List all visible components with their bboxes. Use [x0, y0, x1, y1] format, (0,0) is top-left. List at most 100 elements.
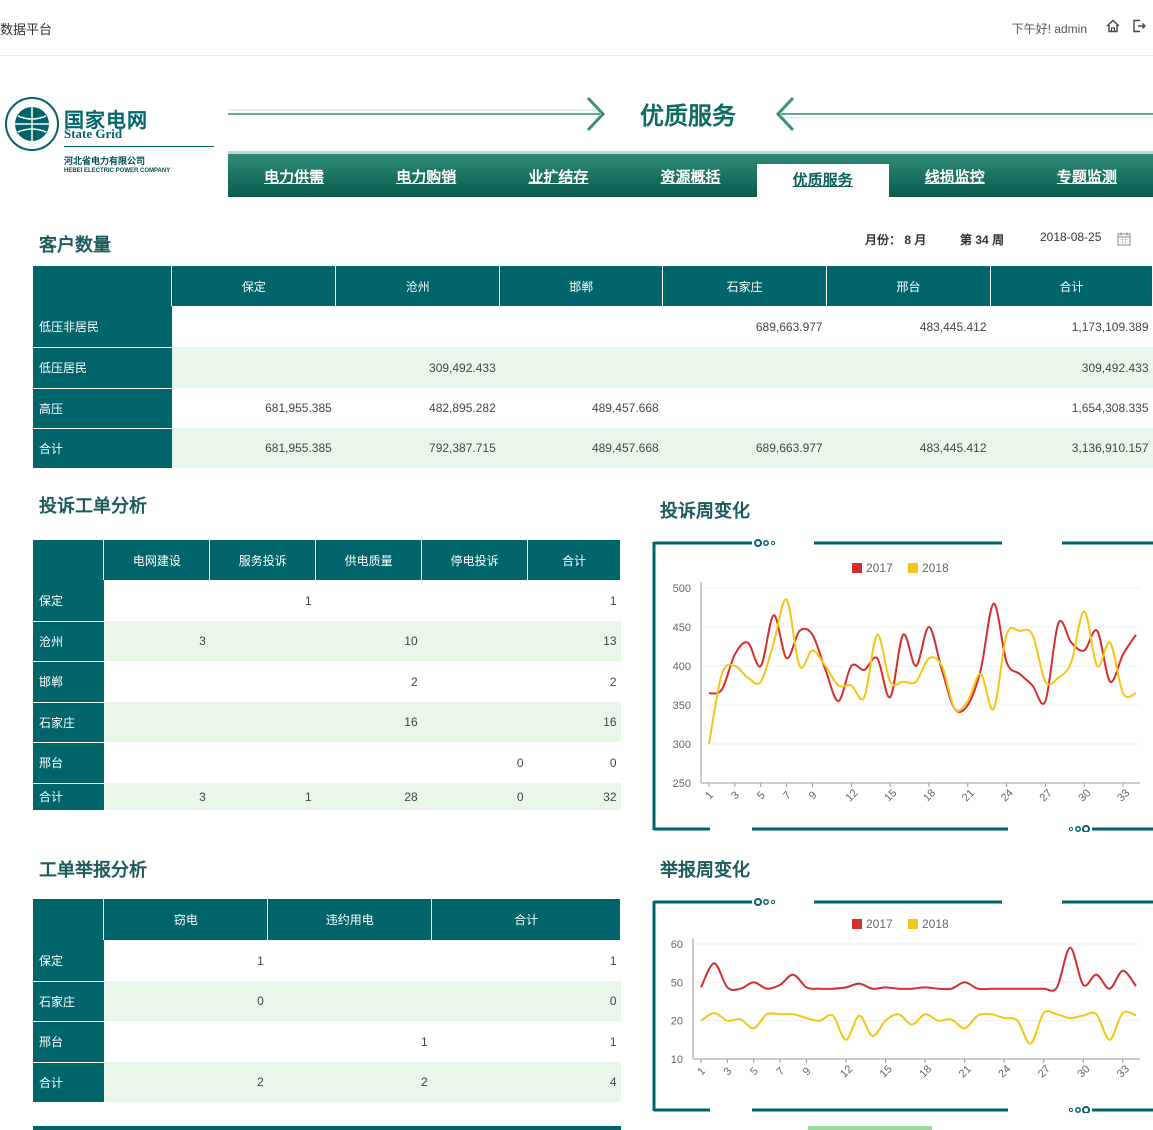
x-tick-label: 18 [917, 1063, 934, 1080]
tab-resources[interactable]: 资源概括 [624, 154, 756, 197]
series-line-2017 [700, 946, 1137, 992]
col-header: 沧州 [335, 266, 501, 306]
legend-label-2018: 2018 [922, 917, 949, 931]
table-cell: 792,387.715 [335, 428, 500, 468]
logo-name-en: State Grid [64, 126, 123, 141]
table-cell: 483,445.412 [826, 428, 991, 468]
x-tick-label: 7 [781, 789, 794, 802]
frame-dot [1082, 825, 1090, 832]
table-row: 低压居民 309,492.433 309,492.433 [33, 347, 1153, 389]
month-value: 8 [904, 233, 912, 247]
table-cell [104, 580, 210, 621]
row-header: 合计 [33, 783, 104, 811]
row-header: 低压非居民 [33, 306, 172, 348]
col-header: 合计 [527, 540, 621, 580]
table-row: 邢台 0 0 [33, 742, 621, 784]
table-cell [104, 1021, 268, 1062]
x-tick-label: 24 [999, 787, 1016, 804]
main-nav: 电力供需 电力购销 业扩结存 资源概括 优质服务 线损监控 专题监测 [228, 151, 1153, 197]
table-cell: 3,136,910.157 [990, 428, 1153, 468]
x-tick-label: 33 [1115, 787, 1132, 804]
complaints-table: 电网建设 服务投诉 供电质量 停电投诉 合计 保定 1 1 沧州 3 10 13… [33, 540, 621, 811]
corner-header [33, 266, 173, 306]
week-label: 第 [960, 233, 973, 247]
frame-dot [754, 539, 762, 547]
table-cell: 3 [103, 621, 210, 661]
table-row: 石家庄 16 16 [33, 702, 621, 743]
row-header: 邯郸 [33, 661, 104, 703]
x-tick-label: 27 [1036, 1063, 1053, 1080]
week-filter[interactable]: 第 34 周 [960, 231, 1004, 248]
customers-title: 客户数量 [39, 235, 111, 256]
table-header-row: 窃电 违约用电 合计 [33, 899, 621, 940]
table-cell: 2 [609, 674, 617, 689]
table-cell: 0 [421, 783, 528, 810]
table-cell: 1 [209, 783, 316, 810]
frame-dot [1075, 1107, 1081, 1113]
legend-label-2017: 2017 [866, 561, 893, 575]
tab-power-trade[interactable]: 电力购销 [360, 154, 492, 197]
tab-special-monitor[interactable]: 专题监测 [1021, 154, 1153, 197]
legend-swatch-2018 [908, 919, 918, 929]
table-cell [172, 306, 336, 347]
row-header: 高压 [33, 388, 172, 429]
table-row: 保定 1 1 [33, 580, 621, 622]
table-cell [209, 702, 316, 742]
table-cell [316, 742, 422, 783]
table-cell [316, 580, 422, 621]
legend-label-2018: 2018 [922, 561, 949, 575]
week-unit: 周 [992, 233, 1005, 247]
y-tick-label: 250 [673, 778, 691, 790]
date-value[interactable]: 2018-08-25 [1040, 230, 1101, 244]
table-row: 高压 681,955.385 482,895.282 489,457.668 1… [33, 388, 1153, 429]
row-header: 石家庄 [33, 702, 104, 743]
x-tick-label: 12 [838, 1063, 855, 1080]
x-tick-label: 21 [957, 1063, 974, 1080]
complaint-chart-title: 投诉周变化 [660, 501, 750, 522]
x-tick-label: 27 [1038, 787, 1055, 804]
table-row: 低压非居民 689,663.977 483,445.412 1,173,109.… [33, 306, 1153, 348]
table-row: 合计 2 2 4 [33, 1062, 621, 1103]
x-tick-label: 9 [801, 1065, 814, 1078]
x-tick-label: 3 [729, 789, 742, 802]
table-cell [422, 580, 528, 621]
table-header-row: 保定 沧州 邯郸 石家庄 邢台 合计 [33, 266, 1153, 306]
complaints-title: 投诉工单分析 [39, 496, 147, 517]
page-title: 优质服务 [640, 102, 736, 130]
logo-divider [64, 146, 214, 147]
tab-line-loss[interactable]: 线损监控 [889, 154, 1021, 197]
x-tick-label: 21 [960, 787, 977, 804]
table-cell [663, 388, 827, 428]
table-cell: 482,895.282 [429, 401, 496, 415]
app-title: 数据平台 [0, 22, 53, 37]
home-icon[interactable] [1105, 18, 1121, 34]
x-tick-label: 5 [755, 789, 768, 802]
x-tick-label: 30 [1076, 787, 1093, 804]
table-cell [499, 347, 663, 388]
table-cell [210, 661, 316, 702]
tab-expansion[interactable]: 业扩结存 [492, 154, 624, 197]
frame-dot [763, 899, 769, 905]
x-tick-label: 1 [703, 789, 716, 802]
state-grid-logo: 国家电网 State Grid 河北省电力有限公司 HEBEI ELECTRIC… [4, 96, 214, 186]
month-filter[interactable]: 月份： 8 月 [865, 231, 926, 248]
table-cell: 0 [103, 981, 268, 1021]
tab-power-supply[interactable]: 电力供需 [228, 154, 360, 197]
table-row: 合计 681,955.385 792,387.715 489,457.668 6… [33, 428, 1153, 469]
tab-quality-service[interactable]: 优质服务 [756, 164, 889, 197]
y-tick-label: 10 [671, 1054, 683, 1066]
week-value: 34 [975, 233, 989, 247]
reports-title: 工单举报分析 [39, 860, 147, 881]
row-header: 保定 [33, 940, 104, 982]
frame-dot [1068, 826, 1074, 832]
x-tick-label: 33 [1115, 1063, 1132, 1080]
table-cell: 1 [609, 953, 617, 968]
x-tick-label: 12 [843, 787, 860, 804]
table-cell: 32 [527, 783, 621, 810]
logout-icon[interactable] [1131, 18, 1147, 34]
col-header: 石家庄 [662, 266, 828, 306]
top-bar: 数据平台 下午好! admin [0, 0, 1153, 56]
row-header: 合计 [33, 428, 172, 469]
calendar-icon[interactable] [1116, 231, 1132, 247]
table-cell [268, 940, 432, 981]
